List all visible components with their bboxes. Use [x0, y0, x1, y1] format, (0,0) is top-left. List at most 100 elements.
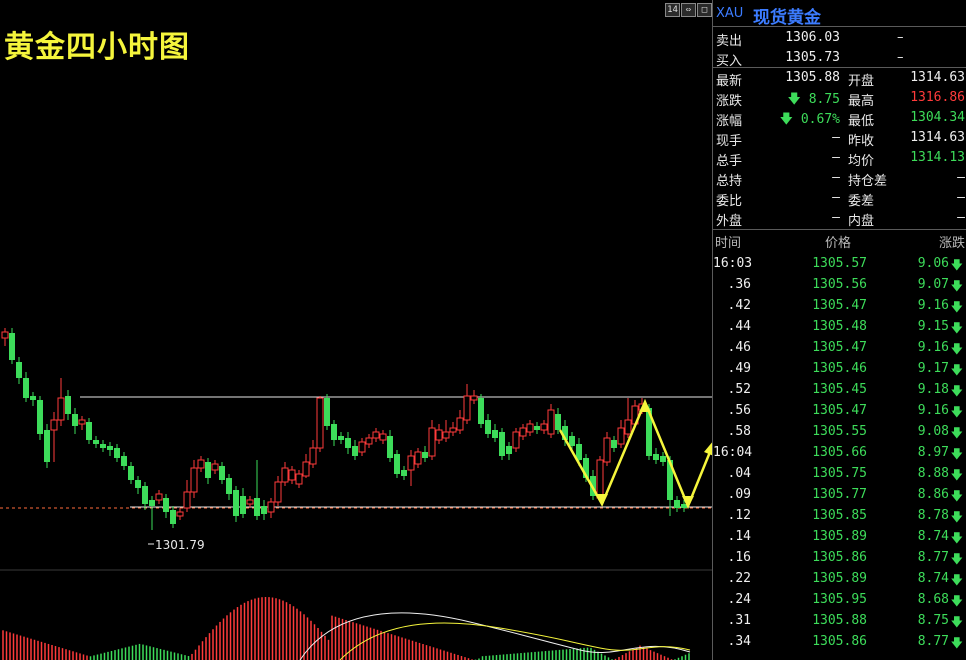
- quote-row-oi: 总持 – 持仓差 –: [713, 168, 966, 189]
- candle-body: [407, 455, 415, 471]
- trades-header: 时间 价格 涨跌: [713, 230, 966, 251]
- candle-body: [197, 459, 205, 469]
- oi-diff-label: 持仓差: [848, 174, 888, 189]
- trade-price: 1305.89: [812, 571, 867, 586]
- candle-body: [295, 473, 303, 485]
- trade-price: 1305.45: [812, 382, 867, 397]
- candle-body: [379, 433, 387, 441]
- open-int: –: [832, 170, 840, 185]
- trade-row: .22 1305.89 8.74 🡇: [713, 568, 966, 589]
- candle-body: [9, 333, 15, 360]
- trade-change: 8.97: [917, 445, 949, 460]
- candle-body: [365, 437, 373, 445]
- candle-body: [254, 498, 260, 516]
- quote-row-curvol: 现手 – 昨收 1314.63: [713, 128, 966, 149]
- quote-row-outer: 外盘 – 内盘 –: [713, 208, 966, 229]
- candle-body: [128, 466, 134, 480]
- candle-body: [78, 419, 86, 425]
- candle-body: [246, 499, 254, 505]
- bid-ratio: –: [832, 190, 840, 205]
- trade-row: .14 1305.89 8.74 🡇: [713, 526, 966, 547]
- candle-body: [121, 456, 127, 466]
- buy-volume: –: [897, 50, 904, 65]
- macd-dif-line: [299, 612, 691, 660]
- trade-time: .52: [727, 382, 751, 397]
- candle-body: [611, 440, 617, 448]
- candle-body: [50, 419, 58, 431]
- period-button[interactable]: 14: [665, 3, 680, 17]
- candle-body: [65, 396, 71, 414]
- outer-label: 外盘: [716, 214, 743, 229]
- time-header: 时间: [715, 236, 742, 251]
- trade-change: 9.16: [917, 403, 949, 418]
- candle-body: [309, 447, 317, 465]
- candlestick-chart[interactable]: 1301.79 黄金四小时图: [0, 0, 712, 660]
- sell-price: 1306.03: [785, 30, 840, 45]
- candle-body: [316, 397, 324, 449]
- trade-change: 8.75: [917, 613, 949, 628]
- cur-vol: –: [832, 130, 840, 145]
- symbol-code: XAU: [716, 6, 744, 21]
- candle-body: [57, 397, 65, 421]
- candle-body: [170, 510, 176, 524]
- candle-body: [281, 467, 289, 483]
- chart-canvas[interactable]: 1301.79: [0, 0, 712, 660]
- quote-panel: 14 ⇔ □ XAU 现货黄金 卖出 1306.03 – 买入 1305.73 – …: [665, 0, 966, 660]
- candle-body: [274, 481, 282, 503]
- candle-body: [302, 461, 310, 477]
- trade-price: 1305.57: [812, 256, 867, 271]
- candle-body: [107, 446, 113, 450]
- candle-body: [37, 400, 43, 434]
- candle-body: [414, 451, 422, 465]
- trade-time: .16: [727, 550, 751, 565]
- inner: –: [957, 210, 965, 225]
- candle-body: [534, 426, 540, 430]
- candle-body: [506, 446, 512, 454]
- candle-body: [653, 454, 659, 460]
- trade-time: .14: [727, 529, 751, 544]
- candle-body: [660, 456, 666, 462]
- trade-change: 8.74: [917, 571, 949, 586]
- trade-time: .36: [727, 277, 751, 292]
- trade-time: .34: [727, 634, 751, 649]
- trade-price: 1305.88: [812, 613, 867, 628]
- candle-body: [23, 378, 29, 398]
- candle-body: [394, 454, 400, 474]
- quote-row-sell: 卖出 1306.03 –: [713, 28, 966, 49]
- avg-price: 1314.13: [910, 150, 965, 165]
- trade-time: .12: [727, 508, 751, 523]
- price-header: 价格: [825, 236, 852, 251]
- candle-body: [352, 446, 358, 456]
- candle-body: [569, 436, 575, 446]
- trade-time: 16:04: [713, 445, 753, 460]
- buy-price: 1305.73: [785, 50, 840, 65]
- trade-change: 9.16: [917, 298, 949, 313]
- candle-body: [428, 427, 436, 457]
- chart-title: 黄金四小时图: [4, 30, 190, 65]
- maximize-button[interactable]: □: [697, 3, 712, 17]
- trade-price: 1305.66: [812, 445, 867, 460]
- trade-row: .36 1305.56 9.07 🡇: [713, 274, 966, 295]
- candle-body: [205, 462, 211, 478]
- candle-body: [422, 452, 428, 458]
- candle-body: [456, 417, 464, 431]
- candle-body: [1, 331, 9, 339]
- trade-row: .24 1305.95 8.68 🡇: [713, 589, 966, 610]
- high-label: 最高: [848, 94, 875, 109]
- candle-body: [442, 431, 450, 439]
- candle-body: [183, 491, 191, 509]
- trade-change: 8.78: [917, 508, 949, 523]
- candle-body: [135, 480, 141, 488]
- trade-price: 1305.77: [812, 487, 867, 502]
- quote-row-pct: 涨幅 🡇 0.67% 最低 1304.34: [713, 108, 966, 129]
- candle-body: [540, 423, 548, 431]
- trade-change: 9.17: [917, 361, 949, 376]
- trade-row: .44 1305.48 9.15 🡇: [713, 316, 966, 337]
- resize-button[interactable]: ⇔: [681, 3, 696, 17]
- symbol-name: 现货黄金: [753, 8, 821, 28]
- oi-diff: –: [957, 170, 965, 185]
- trade-change: 8.74: [917, 529, 949, 544]
- candle-body: [519, 427, 527, 437]
- quote-row-change: 涨跌 🡇 8.75 最高 1316.86: [713, 88, 966, 109]
- trade-time: .04: [727, 466, 751, 481]
